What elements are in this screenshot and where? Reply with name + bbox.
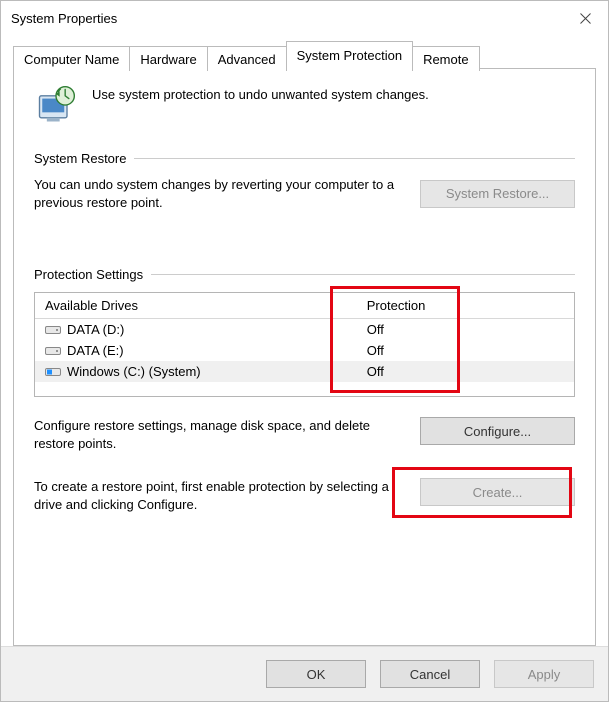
apply-button[interactable]: Apply (494, 660, 594, 688)
table-row[interactable]: Windows (C:) (System) Off (35, 361, 574, 382)
tabstrip: Computer Name Hardware Advanced System P… (13, 41, 596, 69)
window-title: System Properties (11, 11, 562, 26)
system-restore-button[interactable]: System Restore... (420, 180, 575, 208)
drive-status: Off (367, 343, 564, 358)
drive-status: Off (367, 322, 564, 337)
drive-icon (45, 324, 61, 336)
column-protection: Protection (367, 298, 564, 313)
drive-label: DATA (D:) (67, 322, 124, 337)
configure-row: Configure restore settings, manage disk … (34, 417, 575, 452)
windows-drive-icon (45, 366, 61, 378)
create-button[interactable]: Create... (420, 478, 575, 506)
drive-label: DATA (E:) (67, 343, 124, 358)
column-available-drives: Available Drives (45, 298, 367, 313)
titlebar: System Properties (1, 1, 608, 35)
group-protection-settings-label: Protection Settings (34, 267, 143, 282)
tab-computer-name[interactable]: Computer Name (13, 46, 130, 71)
intro-text: Use system protection to undo unwanted s… (92, 83, 429, 102)
intro-row: Use system protection to undo unwanted s… (34, 83, 575, 127)
divider (134, 158, 575, 159)
close-button[interactable] (562, 2, 608, 34)
cancel-button[interactable]: Cancel (380, 660, 480, 688)
group-system-restore-label: System Restore (34, 151, 126, 166)
table-row[interactable]: DATA (D:) Off (35, 319, 574, 340)
drives-table: Available Drives Protection DATA (D:) Of… (34, 292, 575, 397)
restore-row: You can undo system changes by reverting… (34, 176, 575, 211)
configure-description: Configure restore settings, manage disk … (34, 417, 406, 452)
tab-page-system-protection: Use system protection to undo unwanted s… (13, 68, 596, 646)
system-restore-icon (34, 83, 78, 127)
configure-button[interactable]: Configure... (420, 417, 575, 445)
tab-remote[interactable]: Remote (412, 46, 480, 71)
system-properties-window: System Properties Computer Name Hardware… (0, 0, 609, 702)
close-icon (580, 13, 591, 24)
drive-label: Windows (C:) (System) (67, 364, 201, 379)
table-row[interactable]: DATA (E:) Off (35, 340, 574, 361)
tab-system-protection[interactable]: System Protection (286, 41, 414, 69)
drive-status: Off (367, 364, 564, 379)
group-protection-settings: Protection Settings (34, 267, 575, 282)
dialog-body: Computer Name Hardware Advanced System P… (1, 35, 608, 646)
drives-table-header: Available Drives Protection (35, 293, 574, 319)
restore-description: You can undo system changes by reverting… (34, 176, 406, 211)
tab-advanced[interactable]: Advanced (207, 46, 287, 71)
dialog-footer: OK Cancel Apply (1, 646, 608, 701)
group-system-restore: System Restore (34, 151, 575, 166)
create-row: To create a restore point, first enable … (34, 478, 575, 513)
create-description: To create a restore point, first enable … (34, 478, 406, 513)
tab-hardware[interactable]: Hardware (129, 46, 207, 71)
ok-button[interactable]: OK (266, 660, 366, 688)
divider (151, 274, 575, 275)
drive-icon (45, 345, 61, 357)
